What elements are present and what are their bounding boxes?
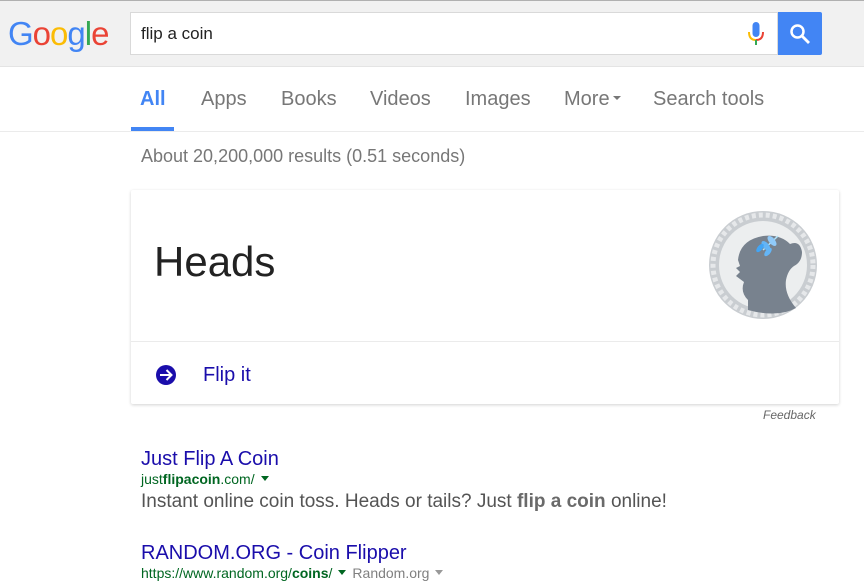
- tab-apps[interactable]: Apps: [201, 88, 247, 111]
- coin-heads-icon: [709, 211, 817, 319]
- url-suffix: .com/: [220, 471, 255, 487]
- search-result: RANDOM.ORG - Coin Flipper https://www.ra…: [141, 542, 444, 581]
- url-bold: flipacoin: [162, 471, 221, 487]
- tab-more[interactable]: More: [564, 88, 621, 111]
- url-dropdown-icon[interactable]: [260, 475, 269, 481]
- tab-videos[interactable]: Videos: [370, 88, 431, 111]
- search-tabs: All Apps Books Videos Images More Search…: [0, 68, 864, 132]
- flip-it-button[interactable]: Flip it: [155, 360, 251, 390]
- result-source: Random.org: [352, 565, 430, 581]
- feedback-link[interactable]: Feedback: [763, 408, 816, 422]
- coin-flip-card: Heads Flip it: [131, 190, 839, 404]
- logo-letter: o: [32, 15, 51, 52]
- tab-all[interactable]: All: [140, 88, 166, 111]
- result-stats: About 20,200,000 results (0.51 seconds): [141, 146, 466, 166]
- snippet-bold: flip a coin: [516, 491, 606, 512]
- tab-books[interactable]: Books: [281, 88, 337, 111]
- logo-letter: G: [8, 15, 34, 52]
- arrow-right-circle-icon: [156, 365, 176, 385]
- caret-down-icon: [612, 96, 621, 101]
- source-dropdown-icon[interactable]: [435, 569, 444, 575]
- tab-more-label: More: [564, 88, 610, 110]
- url-bold: coins: [291, 565, 329, 581]
- logo-letter: g: [67, 15, 85, 52]
- url-dropdown-icon[interactable]: [338, 569, 347, 575]
- card-divider: [131, 341, 839, 342]
- top-bar: Google: [0, 0, 864, 67]
- search-result: Just Flip A Coin justflipacoin.com/ Inst…: [141, 448, 667, 513]
- url-prefix: https://www.random.org/: [141, 565, 292, 581]
- result-url: justflipacoin.com/: [141, 471, 667, 487]
- url-prefix: just: [141, 471, 163, 487]
- search-box[interactable]: [130, 12, 778, 55]
- logo-letter: e: [91, 15, 109, 52]
- logo-letter: o: [50, 15, 68, 52]
- google-logo[interactable]: Google: [8, 15, 109, 53]
- search-button[interactable]: [778, 12, 822, 55]
- tab-search-tools[interactable]: Search tools: [653, 88, 764, 111]
- result-title-link[interactable]: RANDOM.ORG - Coin Flipper: [141, 542, 443, 565]
- tab-images[interactable]: Images: [465, 88, 531, 111]
- search-icon: [790, 23, 810, 44]
- flip-it-label: Flip it: [203, 363, 251, 386]
- result-title-link[interactable]: Just Flip A Coin: [141, 448, 667, 471]
- result-url: https://www.random.org/coins/ Random.org: [141, 565, 444, 581]
- microphone-icon[interactable]: [746, 21, 766, 49]
- coin-result: Heads: [154, 238, 276, 285]
- search-input[interactable]: [141, 21, 721, 47]
- url-suffix: /: [328, 565, 333, 581]
- snippet-text: Instant online coin toss. Heads or tails…: [141, 491, 517, 512]
- result-snippet: Instant online coin toss. Heads or tails…: [141, 491, 667, 513]
- snippet-text-end: online!: [605, 491, 667, 512]
- active-tab-indicator: [131, 127, 174, 131]
